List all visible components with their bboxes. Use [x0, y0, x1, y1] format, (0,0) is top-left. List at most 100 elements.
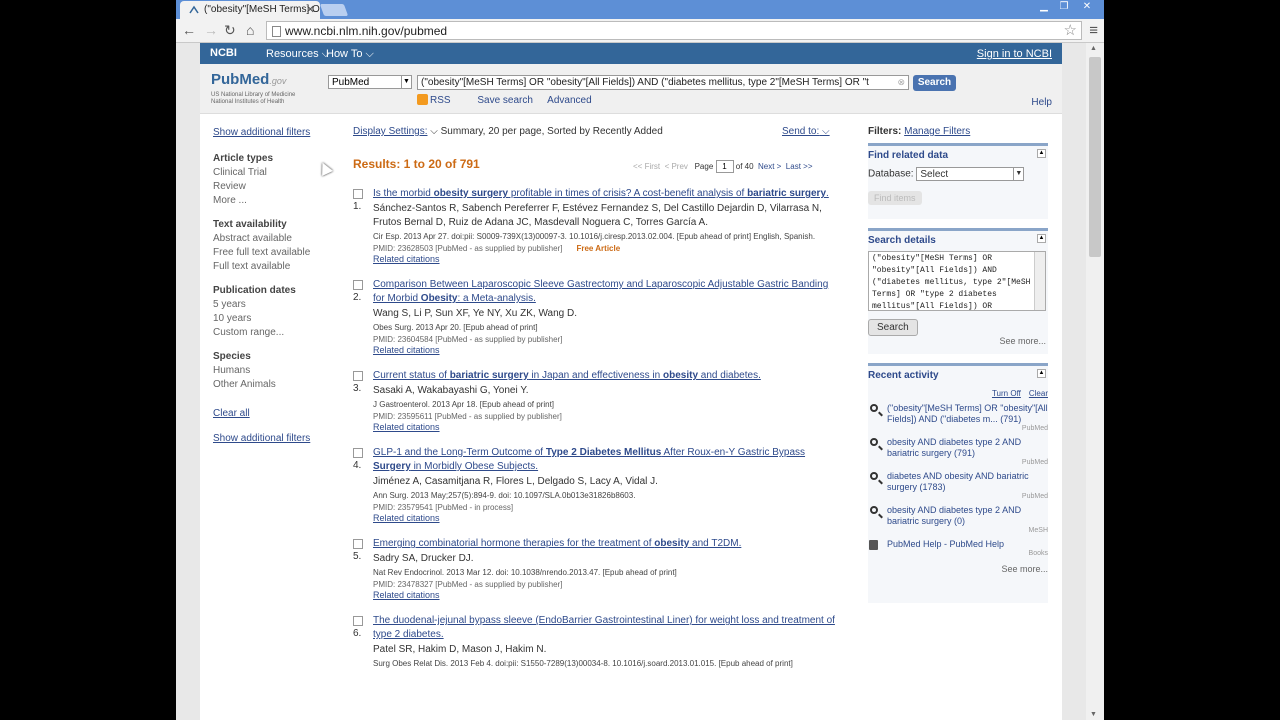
clear-input-icon[interactable]: ⊗ — [897, 77, 905, 88]
ncbi-logo[interactable]: NCBI — [210, 47, 237, 59]
scrollbar-thumb[interactable] — [1089, 57, 1101, 257]
result-checkbox[interactable] — [353, 539, 363, 549]
rss-link[interactable]: RSS — [417, 94, 463, 106]
recent-activity-item[interactable]: PubMed Help - PubMed Help Books — [868, 539, 1048, 562]
see-more-link[interactable]: See more... — [999, 336, 1046, 346]
send-to-menu[interactable]: Send to: ⌵ — [782, 126, 830, 137]
result-journal: J Gastroenterol. 2013 Apr 18. [Epub ahea… — [373, 400, 555, 409]
clear-link[interactable]: Clear — [1029, 389, 1048, 398]
last-page-link[interactable]: Last >> — [786, 162, 813, 171]
pubmed-logo[interactable]: PubMed.gov — [211, 71, 286, 88]
result-number: 2. — [353, 292, 362, 303]
search-input[interactable]: ("obesity"[MeSH Terms] OR "obesity"[All … — [417, 75, 909, 90]
home-icon[interactable]: ⌂ — [246, 23, 254, 37]
maximize-icon[interactable]: ❐ — [1054, 0, 1074, 14]
see-more-link[interactable]: See more... — [868, 564, 1048, 574]
close-tab-icon[interactable]: ✕ — [306, 3, 315, 16]
search-icon — [870, 506, 878, 514]
reload-icon[interactable]: ↻ — [224, 23, 236, 37]
filter-group-title: Text availability — [213, 219, 287, 230]
filter-humans[interactable]: Humans — [213, 365, 333, 376]
save-search-link[interactable]: Save search — [477, 95, 533, 106]
filter-5-years[interactable]: 5 years — [213, 299, 333, 310]
prev-page-link[interactable]: < Prev — [665, 162, 688, 171]
show-filters-bottom-link[interactable]: Show additional filters — [213, 433, 333, 444]
clear-all-link[interactable]: Clear all — [213, 408, 333, 419]
forward-icon[interactable]: → — [204, 23, 218, 37]
recent-activity-item[interactable]: diabetes AND obesity AND bariatric surge… — [868, 471, 1048, 500]
result-checkbox[interactable] — [353, 371, 363, 381]
collapse-icon[interactable]: ▲ — [1037, 369, 1046, 378]
first-page-link[interactable]: << First — [633, 162, 660, 171]
show-filters-top-link[interactable]: Show additional filters — [213, 127, 333, 138]
browser-toolbar: ← → ↻ ⌂ www.ncbi.nlm.nih.gov/pubmed ☆ ≡ — [176, 19, 1104, 43]
related-citations-link[interactable]: Related citations — [373, 254, 838, 264]
filter-full-text[interactable]: Full text available — [213, 261, 333, 272]
manage-filters-link[interactable]: Manage Filters — [904, 126, 970, 137]
result-item: 3. Current status of bariatric surgery i… — [353, 369, 838, 432]
recent-activity-item[interactable]: ("obesity"[MeSH Terms] OR "obesity"[All … — [868, 403, 1048, 432]
recent-activity-item[interactable]: obesity AND diabetes type 2 AND bariatri… — [868, 505, 1048, 534]
page-number-input[interactable] — [715, 160, 734, 173]
result-title-link[interactable]: The duodenal-jejunal bypass sleeve (Endo… — [373, 614, 838, 642]
filter-review[interactable]: Review — [213, 181, 333, 192]
result-title-link[interactable]: Current status of bariatric surgery in J… — [373, 369, 838, 383]
related-citations-link[interactable]: Related citations — [373, 590, 838, 600]
free-article-link[interactable]: Free Article — [576, 244, 620, 253]
back-icon[interactable]: ← — [182, 23, 196, 37]
turn-off-link[interactable]: Turn Off — [992, 389, 1021, 398]
new-tab-button[interactable] — [319, 4, 349, 16]
find-items-button[interactable]: Find items — [868, 191, 922, 205]
address-bar[interactable]: www.ncbi.nlm.nih.gov/pubmed ☆ — [266, 21, 1082, 40]
minimize-icon[interactable]: ▁ — [1034, 0, 1054, 14]
result-checkbox[interactable] — [353, 448, 363, 458]
filter-other-animals[interactable]: Other Animals — [213, 379, 333, 390]
next-page-link[interactable]: Next > — [758, 162, 781, 171]
related-citations-link[interactable]: Related citations — [373, 422, 838, 432]
filter-more[interactable]: More ... — [213, 195, 333, 206]
resources-menu[interactable]: Resources ⌵ — [266, 48, 330, 61]
related-database-select[interactable]: Select ▼ — [916, 167, 1025, 181]
menu-icon[interactable]: ≡ — [1089, 22, 1098, 39]
page-scrollbar[interactable]: ▲ ▼ — [1086, 43, 1104, 720]
result-authors: Wang S, Li P, Sun XF, Ye NY, Xu ZK, Wang… — [373, 308, 577, 319]
filter-free-full-text[interactable]: Free full text available — [213, 247, 333, 258]
close-window-icon[interactable]: ✕ — [1074, 0, 1100, 14]
result-pmid: PMID: 23579541 [PubMed - in process] — [373, 503, 514, 512]
sign-in-link[interactable]: Sign in to NCBI — [977, 48, 1052, 60]
howto-menu[interactable]: How To ⌵ — [326, 48, 374, 61]
filter-clinical-trial[interactable]: Clinical Trial — [213, 167, 333, 178]
browser-tab[interactable]: ("obesity"[MeSH Terms] O ✕ — [180, 1, 320, 19]
bookmark-star-icon[interactable]: ☆ — [1064, 21, 1077, 39]
search-button[interactable]: Search — [913, 75, 956, 91]
result-journal: Ann Surg. 2013 May;257(5):894-9. doi: 10… — [373, 491, 636, 500]
search-icon — [870, 404, 878, 412]
collapse-icon[interactable]: ▲ — [1037, 234, 1046, 243]
result-item: 2. Comparison Between Laparoscopic Sleev… — [353, 278, 838, 355]
result-checkbox[interactable] — [353, 280, 363, 290]
filter-10-years[interactable]: 10 years — [213, 313, 333, 324]
scroll-up-icon: ▲ — [1090, 45, 1097, 52]
result-checkbox[interactable] — [353, 189, 363, 199]
database-select[interactable]: PubMed ▼ — [328, 75, 412, 89]
result-title-link[interactable]: Is the morbid obesity surgery profitable… — [373, 187, 838, 201]
result-title-link[interactable]: GLP-1 and the Long-Term Outcome of Type … — [373, 446, 838, 474]
url-text: www.ncbi.nlm.nih.gov/pubmed — [285, 24, 448, 38]
related-citations-link[interactable]: Related citations — [373, 513, 838, 523]
textarea-scrollbar[interactable] — [1034, 252, 1045, 310]
result-checkbox[interactable] — [353, 616, 363, 626]
details-search-button[interactable]: Search — [868, 319, 918, 336]
help-link[interactable]: Help — [1031, 97, 1052, 108]
ncbi-bar: NCBI Resources ⌵ How To ⌵ Sign in to NCB… — [200, 43, 1062, 64]
result-title-link[interactable]: Comparison Between Laparoscopic Sleeve G… — [373, 278, 838, 306]
search-header: PubMed.gov US National Library of Medici… — [200, 64, 1062, 114]
display-settings[interactable]: Display Settings: ⌵ Summary, 20 per page… — [353, 126, 838, 137]
filter-abstract[interactable]: Abstract available — [213, 233, 333, 244]
related-citations-link[interactable]: Related citations — [373, 345, 838, 355]
result-title-link[interactable]: Emerging combinatorial hormone therapies… — [373, 537, 838, 551]
search-details-textarea[interactable]: ("obesity"[MeSH Terms] OR "obesity"[All … — [868, 251, 1046, 311]
collapse-icon[interactable]: ▲ — [1037, 149, 1046, 158]
filter-custom-range[interactable]: Custom range... — [213, 327, 333, 338]
recent-activity-item[interactable]: obesity AND diabetes type 2 AND bariatri… — [868, 437, 1048, 466]
advanced-link[interactable]: Advanced — [547, 95, 591, 106]
